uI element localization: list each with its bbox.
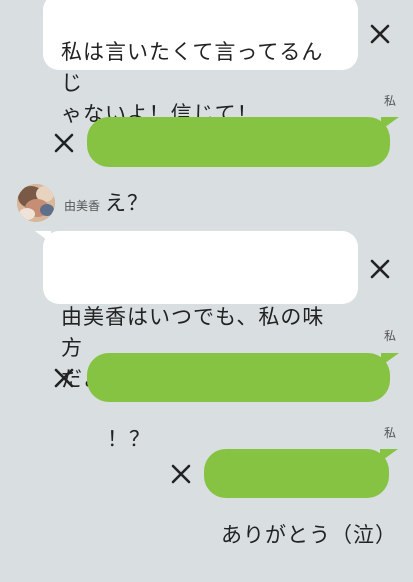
- sender-name: 由美香: [64, 199, 101, 213]
- message-text: え？: [105, 191, 149, 215]
- message-bubble-outgoing: ！？: [87, 353, 399, 451]
- close-icon[interactable]: [53, 132, 75, 154]
- close-icon[interactable]: [369, 23, 391, 45]
- message-bubble-incoming: 私は言いたくて言ってるんじ ゃないよ！信じて！: [43, 0, 358, 126]
- message-bubble-outgoing: え？: [87, 117, 399, 215]
- sender-name: 私: [383, 329, 396, 343]
- close-icon[interactable]: [170, 463, 192, 485]
- sender-name: 私: [383, 426, 396, 440]
- close-icon[interactable]: [53, 367, 75, 389]
- avatar[interactable]: [17, 184, 55, 222]
- message-bubble-incoming: 由美香はいつでも、私の味方 だよ！: [35, 231, 358, 391]
- message-bubble-outgoing: ありがとう（泣）: [204, 449, 398, 547]
- message-text: ありがとう（泣）: [221, 523, 397, 547]
- close-icon[interactable]: [369, 258, 391, 280]
- sender-name: 私: [383, 94, 396, 108]
